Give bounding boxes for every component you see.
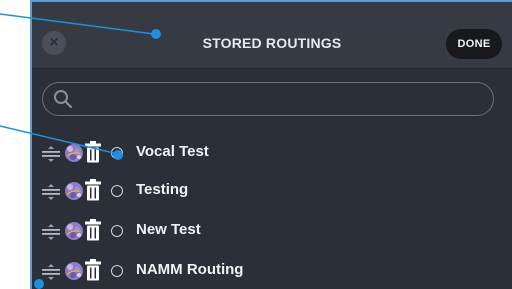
planet-icon [65, 222, 83, 240]
routing-row[interactable]: Testing [42, 178, 502, 206]
radio-button[interactable] [111, 185, 123, 197]
routing-row[interactable]: Vocal Test [42, 140, 502, 168]
routing-name: Vocal Test [136, 143, 209, 160]
search-field[interactable] [42, 82, 494, 116]
planet-icon [65, 262, 83, 280]
routing-name: New Test [136, 221, 201, 238]
trash-icon[interactable] [85, 259, 101, 281]
panel-title: STORED ROUTINGS [202, 35, 342, 51]
routing-name: Testing [136, 181, 189, 198]
planet-icon [65, 144, 83, 162]
routing-row[interactable]: NAMM Routing [42, 258, 502, 286]
routing-name: NAMM Routing [136, 261, 244, 278]
stored-routings-panel: × STORED ROUTINGS DONE Vocal Test Testing… [30, 0, 512, 289]
done-button[interactable]: DONE [446, 29, 502, 59]
trash-icon[interactable] [85, 179, 101, 201]
routing-row[interactable]: New Test [42, 218, 502, 246]
radio-button[interactable] [111, 265, 123, 277]
planet-icon [65, 182, 83, 200]
trash-icon[interactable] [85, 141, 101, 163]
drag-handle-icon[interactable] [42, 224, 60, 240]
drag-handle-icon[interactable] [42, 146, 60, 162]
panel-header: × STORED ROUTINGS DONE [32, 2, 512, 69]
drag-handle-icon[interactable] [42, 264, 60, 280]
search-input[interactable] [79, 87, 477, 113]
search-icon [54, 90, 73, 109]
trash-icon[interactable] [85, 219, 101, 241]
radio-button[interactable] [111, 147, 123, 159]
drag-handle-icon[interactable] [42, 184, 60, 200]
radio-button[interactable] [111, 225, 123, 237]
